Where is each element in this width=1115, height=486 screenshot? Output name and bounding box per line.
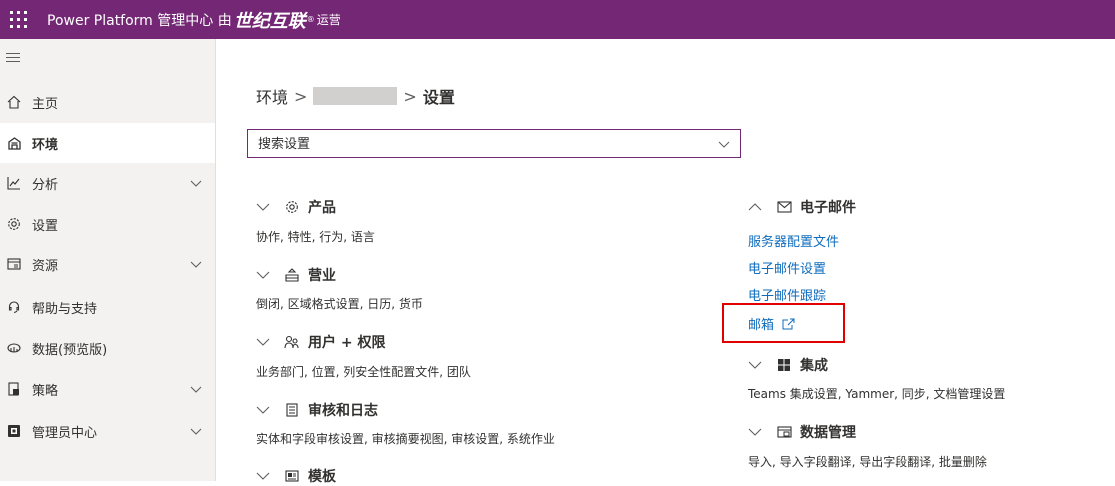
sidebar-item-home[interactable]: 主页: [0, 82, 215, 122]
section-integration-links[interactable]: Teams 集成设置, Yammer, 同步, 文档管理设置: [748, 385, 1005, 402]
gear-icon: [284, 199, 300, 215]
sidebar: 主页 环境 分析 设置 资源 帮助与支持 数据(预览版) 策略 管理员中心: [0, 39, 216, 481]
page-title: 设置: [422, 88, 455, 107]
sidebar-item-label: 设置: [32, 218, 59, 234]
mail-icon: [776, 199, 792, 215]
breadcrumb-separator: >: [403, 86, 417, 106]
sidebar-item-label: 环境: [32, 137, 59, 153]
section-users-permissions-header[interactable]: 用户 + 权限: [256, 332, 385, 352]
breadcrumb: 环境 > > 设置: [256, 84, 455, 108]
section-data-management-links[interactable]: 导入, 导入字段翻译, 导出字段翻译, 批量删除: [748, 453, 987, 470]
sidebar-item-label: 数据(预览版): [32, 342, 108, 358]
section-title: 电子邮件: [800, 200, 856, 216]
brand-logo: 世纪互联: [233, 10, 306, 32]
top-bar: Power Platform 管理中心 由 世纪互联 ® 运营: [0, 0, 1115, 39]
policy-icon: [6, 381, 22, 397]
chevron-down-icon: [256, 271, 270, 279]
section-title: 集成: [800, 358, 828, 374]
section-business-header[interactable]: 营业: [256, 265, 336, 285]
sidebar-item-policies[interactable]: 策略: [0, 369, 215, 409]
section-users-permissions-links[interactable]: 业务部门, 位置, 列安全性配置文件, 团队: [256, 363, 471, 380]
search-input[interactable]: [256, 130, 700, 158]
sidebar-item-help-support[interactable]: 帮助与支持: [0, 287, 215, 327]
annotation-highlight-box: [722, 303, 845, 343]
sidebar-item-admin-center[interactable]: 管理员中心: [0, 411, 215, 451]
brand-registered-mark: ®: [306, 15, 315, 24]
sidebar-item-label: 主页: [32, 96, 59, 112]
breadcrumb-environments[interactable]: 环境: [256, 84, 288, 108]
sidebar-item-data-preview[interactable]: 数据(预览版): [0, 328, 215, 368]
link-server-profiles[interactable]: 服务器配置文件: [748, 231, 839, 250]
link-email-tracking[interactable]: 电子邮件跟踪: [748, 285, 826, 304]
chevron-down-icon[interactable]: [189, 382, 203, 396]
windows-icon: [776, 357, 792, 373]
section-business-links[interactable]: 倒闭, 区域格式设置, 日历, 货币: [256, 295, 423, 312]
sidebar-item-label: 分析: [32, 177, 59, 193]
section-title: 模板: [308, 469, 336, 485]
section-email-header[interactable]: 电子邮件: [748, 197, 856, 217]
users-icon: [284, 334, 300, 350]
main-content: 环境 > > 设置 产品 协作, 特性, 行为, 语言 营业 倒闭, 区域格式设…: [216, 39, 1115, 485]
audit-icon: [284, 402, 300, 418]
link-email-settings[interactable]: 电子邮件设置: [748, 258, 826, 277]
breadcrumb-separator: >: [294, 86, 308, 106]
section-data-management-header[interactable]: 数据管理: [748, 422, 856, 442]
sidebar-item-resources[interactable]: 资源: [0, 244, 215, 284]
app-title: Power Platform 管理中心 由: [47, 12, 232, 29]
chevron-down-icon: [748, 428, 762, 436]
data-management-icon: [776, 424, 792, 440]
chevron-down-icon: [256, 406, 270, 414]
section-templates-header[interactable]: 模板: [256, 466, 336, 486]
chevron-down-icon: [256, 203, 270, 211]
search-settings-box[interactable]: [247, 129, 741, 158]
sidebar-item-analytics[interactable]: 分析: [0, 163, 215, 203]
section-title: 审核和日志: [308, 403, 378, 419]
home-icon: [6, 94, 22, 110]
chevron-up-icon: [748, 203, 762, 211]
sidebar-item-label: 策略: [32, 383, 59, 399]
gear-icon: [6, 216, 22, 232]
chevron-down-icon[interactable]: [189, 176, 203, 190]
sidebar-item-label: 管理员中心: [32, 425, 98, 441]
chevron-down-icon: [256, 338, 270, 346]
environment-icon: [6, 135, 22, 151]
headset-icon: [6, 299, 22, 315]
chevron-down-icon[interactable]: [718, 138, 730, 150]
section-title: 用户 + 权限: [308, 335, 386, 351]
app-launcher-icon[interactable]: [10, 11, 27, 28]
sidebar-item-label: 资源: [32, 258, 59, 274]
business-icon: [284, 267, 300, 283]
chevron-down-icon[interactable]: [189, 424, 203, 438]
section-product-links[interactable]: 协作, 特性, 行为, 语言: [256, 228, 375, 245]
section-title: 产品: [308, 200, 336, 216]
sidebar-item-label: 帮助与支持: [32, 301, 98, 317]
section-title: 营业: [308, 268, 336, 284]
sidebar-item-settings[interactable]: 设置: [0, 204, 215, 244]
chevron-down-icon[interactable]: [189, 257, 203, 271]
section-title: 数据管理: [800, 425, 856, 441]
brand-suffix: 运营: [316, 13, 341, 27]
resources-icon: [6, 256, 22, 272]
template-icon: [284, 468, 300, 484]
section-product-header[interactable]: 产品: [256, 197, 336, 217]
section-audit-logs-links[interactable]: 实体和字段审核设置, 审核摘要视图, 审核设置, 系统作业: [256, 430, 555, 447]
breadcrumb-environment-name-redacted[interactable]: [313, 87, 398, 105]
data-icon: [6, 340, 22, 356]
section-audit-logs-header[interactable]: 审核和日志: [256, 400, 378, 420]
sidebar-item-environments[interactable]: 环境: [0, 123, 215, 163]
analytics-icon: [6, 175, 22, 191]
admin-center-icon: [6, 423, 22, 439]
hamburger-menu-icon[interactable]: [6, 53, 20, 65]
section-integration-header[interactable]: 集成: [748, 355, 828, 375]
chevron-down-icon: [748, 361, 762, 369]
